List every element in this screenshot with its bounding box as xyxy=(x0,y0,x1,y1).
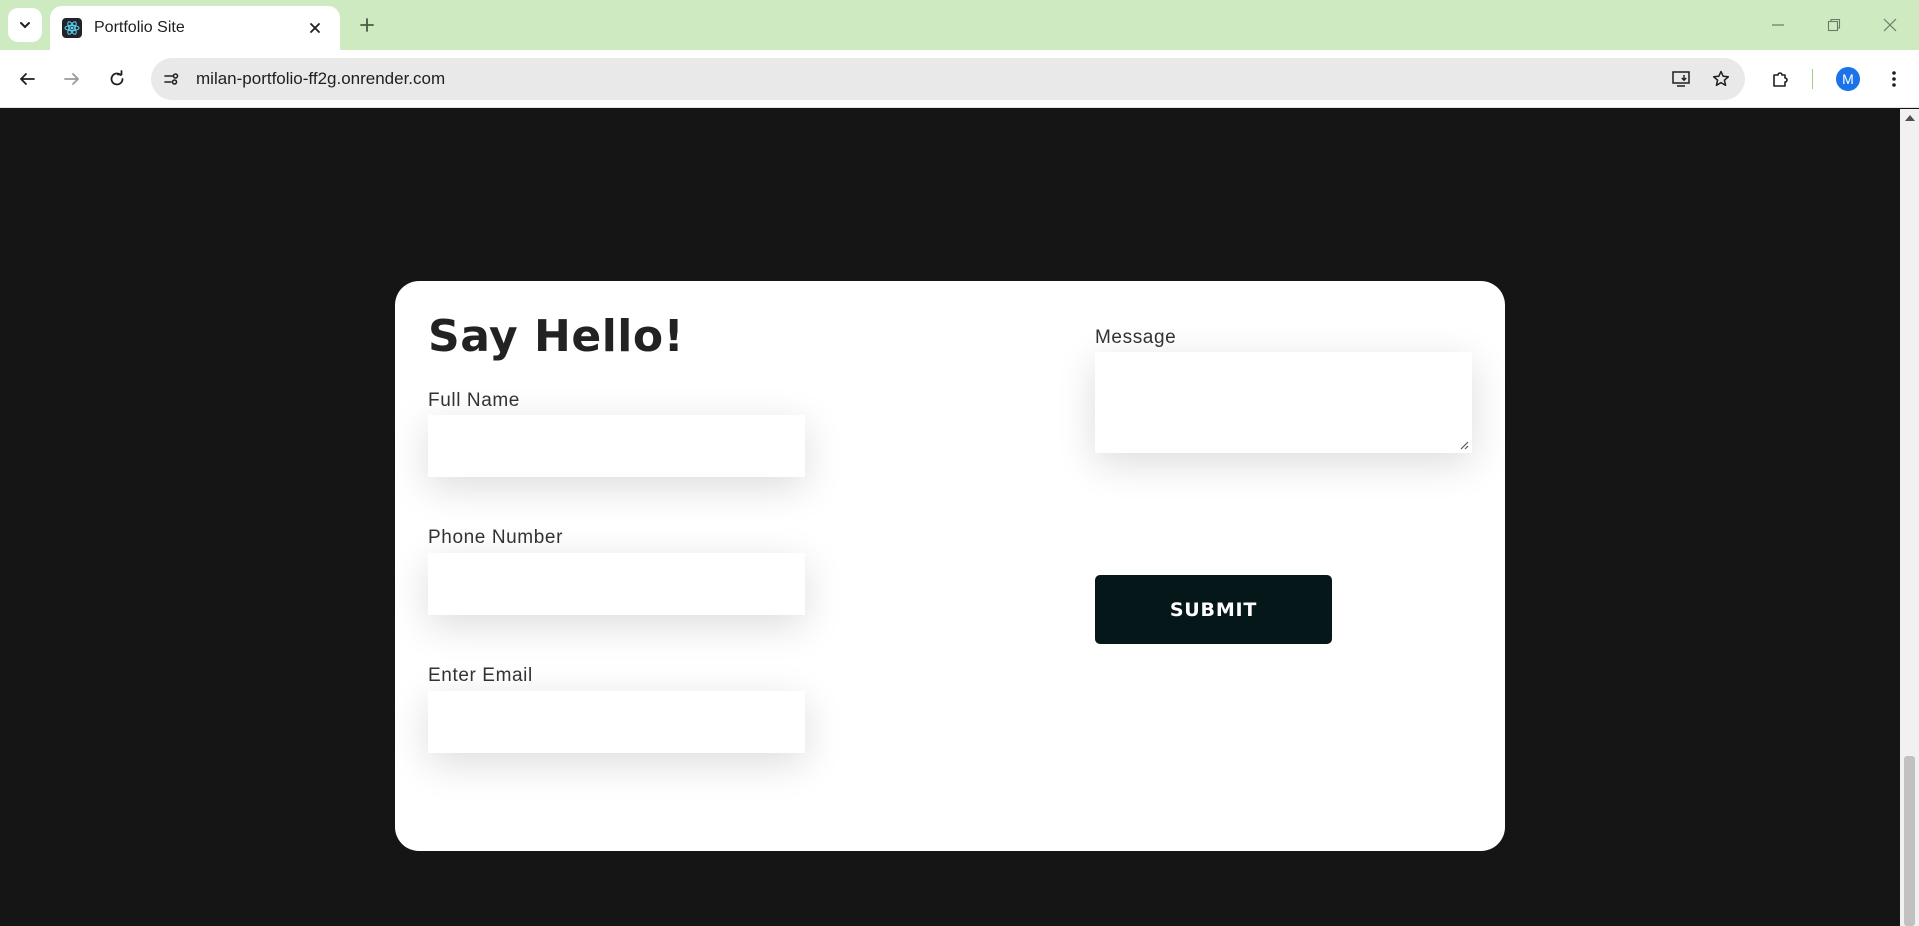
message-label: Message xyxy=(1095,327,1177,348)
email-input[interactable] xyxy=(428,691,805,753)
chevron-down-icon xyxy=(20,22,30,29)
email-label: Enter Email xyxy=(428,665,533,686)
tab-strip: Portfolio Site xyxy=(0,0,1919,50)
browser-toolbar: milan-portfolio-ff2g.onrender.com M xyxy=(0,50,1919,108)
toolbar-separator xyxy=(1812,69,1813,89)
minimize-icon xyxy=(1772,24,1784,26)
address-bar[interactable]: milan-portfolio-ff2g.onrender.com xyxy=(151,58,1745,100)
full-name-label: Full Name xyxy=(428,390,520,411)
submit-button[interactable]: SUBMIT xyxy=(1095,575,1332,644)
vertical-scrollbar[interactable] xyxy=(1900,109,1919,926)
contact-card: Say Hello! Full Name Phone Number Enter … xyxy=(395,281,1505,851)
tab-close-button[interactable] xyxy=(304,17,326,39)
forward-button[interactable] xyxy=(55,62,89,96)
scroll-up-arrow-icon[interactable] xyxy=(1905,115,1915,121)
restore-button[interactable] xyxy=(1814,8,1854,42)
resize-grip-icon[interactable] xyxy=(1459,440,1469,450)
phone-input[interactable] xyxy=(428,553,805,615)
close-icon xyxy=(310,23,320,33)
active-tab[interactable]: Portfolio Site xyxy=(50,6,340,50)
extensions-puzzle-icon xyxy=(1773,72,1788,87)
reload-button[interactable] xyxy=(100,62,134,96)
browser-menu-button[interactable] xyxy=(1877,62,1911,96)
tab-title: Portfolio Site xyxy=(94,19,185,36)
site-info-icon xyxy=(164,73,179,85)
bookmark-star-icon xyxy=(1712,70,1730,87)
window-close-icon xyxy=(1883,18,1897,32)
phone-label: Phone Number xyxy=(428,527,563,548)
scrollbar-thumb[interactable] xyxy=(1904,756,1915,926)
extensions-button[interactable] xyxy=(1764,62,1798,96)
install-app-button[interactable] xyxy=(1665,63,1697,95)
contact-heading: Say Hello! xyxy=(428,311,685,362)
window-close-button[interactable] xyxy=(1870,8,1910,42)
profile-avatar[interactable]: M xyxy=(1836,67,1860,91)
install-app-icon xyxy=(1672,71,1690,87)
full-name-input[interactable] xyxy=(428,415,805,477)
restore-icon xyxy=(1827,18,1841,32)
site-info-button[interactable] xyxy=(155,63,187,95)
forward-arrow-icon xyxy=(64,73,79,85)
message-textarea[interactable] xyxy=(1095,352,1472,453)
minimize-button[interactable] xyxy=(1758,8,1798,42)
back-button[interactable] xyxy=(10,62,44,96)
plus-icon xyxy=(360,18,374,32)
new-tab-button[interactable] xyxy=(352,10,382,40)
url-text: milan-portfolio-ff2g.onrender.com xyxy=(196,69,446,88)
reload-icon xyxy=(110,70,124,86)
page-viewport: Say Hello! Full Name Phone Number Enter … xyxy=(0,109,1900,926)
kebab-menu-icon xyxy=(1892,71,1896,87)
tab-search-button[interactable] xyxy=(8,8,42,42)
react-favicon-icon xyxy=(62,18,82,38)
bookmark-button[interactable] xyxy=(1705,63,1737,95)
back-arrow-icon xyxy=(20,73,35,85)
